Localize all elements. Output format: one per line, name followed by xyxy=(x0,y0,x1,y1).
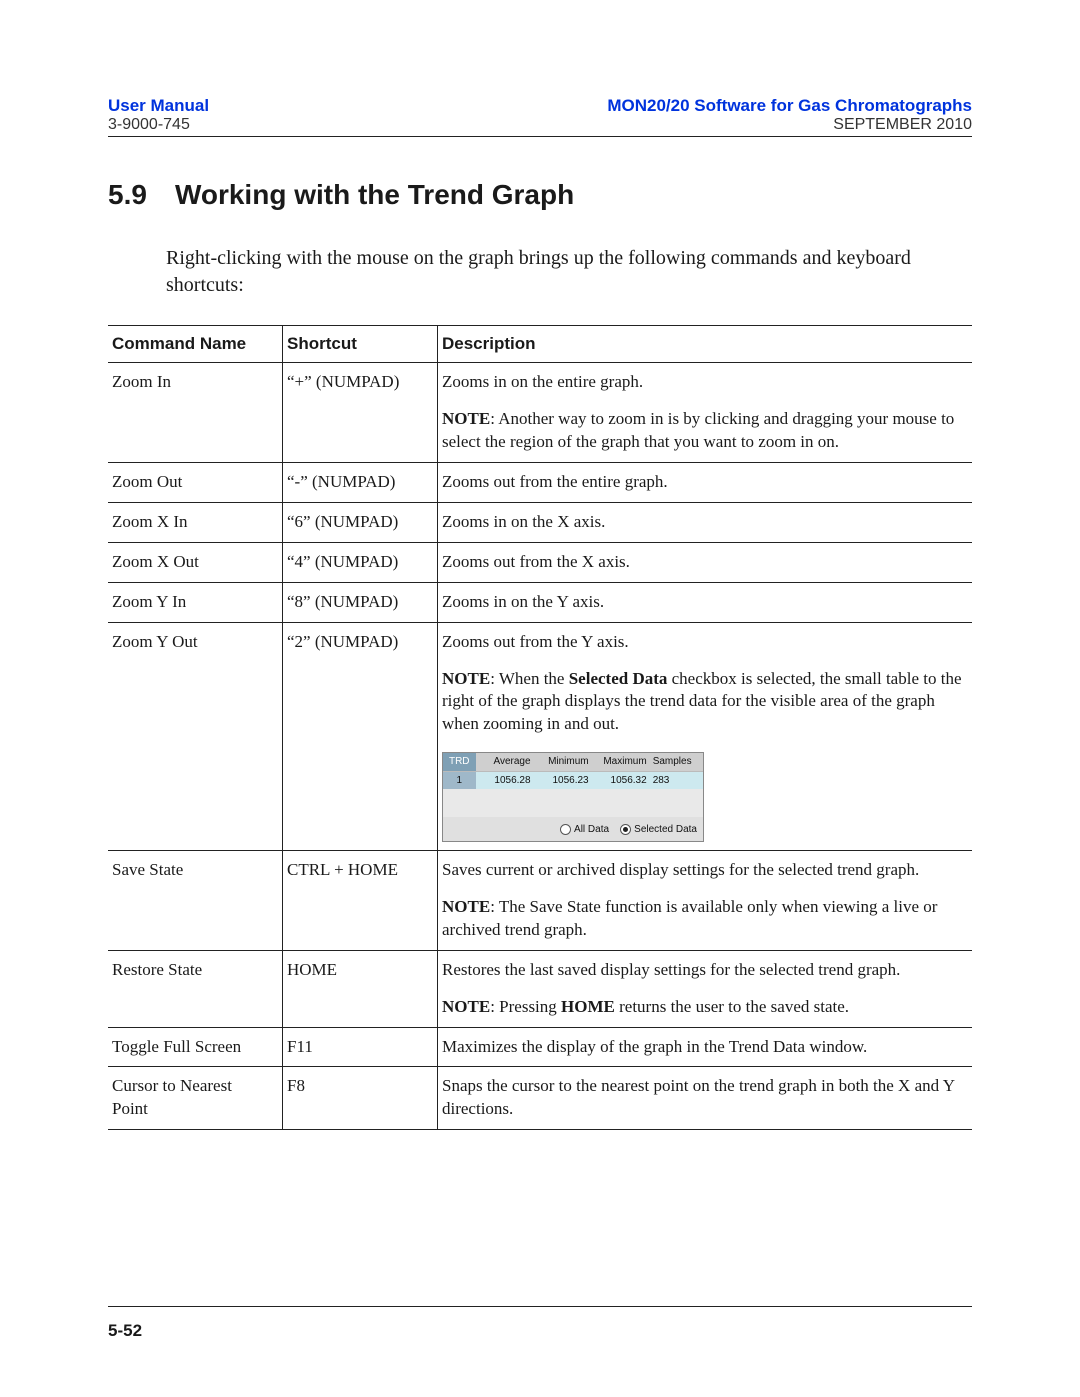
cmd-name: Zoom X In xyxy=(108,502,283,542)
cmd-shortcut: “2” (NUMPAD) xyxy=(283,622,438,850)
mini-header: TRD Average Minimum Maximum Samples xyxy=(443,753,703,772)
cmd-shortcut: “6” (NUMPAD) xyxy=(283,502,438,542)
cmd-name: Zoom In xyxy=(108,363,283,463)
cmd-name: Save State xyxy=(108,850,283,950)
cmd-desc: Zooms out from the X axis. xyxy=(438,542,973,582)
page-number: 5-52 xyxy=(108,1321,142,1340)
page-header-sub: 3-9000-745 SEPTEMBER 2010 xyxy=(108,116,972,137)
cmd-name: Zoom Y Out xyxy=(108,622,283,850)
col-header-desc: Description xyxy=(438,326,973,363)
table-row: Zoom X In “6” (NUMPAD) Zooms in on the X… xyxy=(108,502,972,542)
section-heading: 5.9 Working with the Trend Graph xyxy=(108,179,972,211)
cmd-name: Restore State xyxy=(108,950,283,1027)
cmd-shortcut: “8” (NUMPAD) xyxy=(283,582,438,622)
cmd-shortcut: “-” (NUMPAD) xyxy=(283,462,438,502)
cmd-name: Zoom X Out xyxy=(108,542,283,582)
mini-options: All Data Selected Data xyxy=(443,817,703,841)
section-number: 5.9 xyxy=(108,179,147,211)
page-footer: 5-52 xyxy=(108,1306,972,1341)
cmd-note: NOTE: Pressing HOME returns the user to … xyxy=(442,996,962,1019)
table-row: Toggle Full Screen F11 Maximizes the dis… xyxy=(108,1027,972,1067)
cmd-shortcut: F11 xyxy=(283,1027,438,1067)
cmd-desc-cell: Restores the last saved display settings… xyxy=(438,950,973,1027)
table-row: Save State CTRL + HOME Saves current or … xyxy=(108,850,972,950)
cmd-shortcut: HOME xyxy=(283,950,438,1027)
cmd-name: Cursor to Nearest Point xyxy=(108,1067,283,1130)
cmd-desc-cell: Saves current or archived display settin… xyxy=(438,850,973,950)
col-header-name: Command Name xyxy=(108,326,283,363)
cmd-desc-cell: Zooms out from the Y axis. NOTE: When th… xyxy=(438,622,973,850)
cmd-name: Zoom Out xyxy=(108,462,283,502)
header-right-title: MON20/20 Software for Gas Chromatographs xyxy=(607,96,972,116)
mini-row: 1 1056.28 1056.23 1056.32 283 xyxy=(443,772,703,790)
page-header: User Manual MON20/20 Software for Gas Ch… xyxy=(108,96,972,116)
cmd-desc: Zooms out from the entire graph. xyxy=(438,462,973,502)
cmd-desc: Restores the last saved display settings… xyxy=(442,960,900,979)
header-left-title: User Manual xyxy=(108,96,209,116)
col-header-shortcut: Shortcut xyxy=(283,326,438,363)
table-row: Zoom Out “-” (NUMPAD) Zooms out from the… xyxy=(108,462,972,502)
cmd-name: Toggle Full Screen xyxy=(108,1027,283,1067)
cmd-note: NOTE: The Save State function is availab… xyxy=(442,896,962,942)
cmd-desc: Snaps the cursor to the nearest point on… xyxy=(438,1067,973,1130)
cmd-desc: Zooms in on the X axis. xyxy=(438,502,973,542)
commands-table: Command Name Shortcut Description Zoom I… xyxy=(108,325,972,1130)
section-intro: Right-clicking with the mouse on the gra… xyxy=(166,245,972,299)
page: User Manual MON20/20 Software for Gas Ch… xyxy=(0,0,1080,1397)
table-row: Zoom Y In “8” (NUMPAD) Zooms in on the Y… xyxy=(108,582,972,622)
table-row: Zoom X Out “4” (NUMPAD) Zooms out from t… xyxy=(108,542,972,582)
cmd-desc: Zooms out from the Y axis. xyxy=(442,632,629,651)
table-row: Cursor to Nearest Point F8 Snaps the cur… xyxy=(108,1067,972,1130)
cmd-shortcut: “+” (NUMPAD) xyxy=(283,363,438,463)
cmd-desc: Zooms in on the Y axis. xyxy=(438,582,973,622)
cmd-desc: Zooms in on the entire graph. xyxy=(442,372,643,391)
table-row: Zoom Y Out “2” (NUMPAD) Zooms out from t… xyxy=(108,622,972,850)
table-row: Restore State HOME Restores the last sav… xyxy=(108,950,972,1027)
cmd-desc-cell: Zooms in on the entire graph. NOTE: Anot… xyxy=(438,363,973,463)
header-left-sub: 3-9000-745 xyxy=(108,116,190,134)
cmd-name: Zoom Y In xyxy=(108,582,283,622)
cmd-shortcut: F8 xyxy=(283,1067,438,1130)
radio-selected-data[interactable] xyxy=(620,824,631,835)
selected-data-mini-table: TRD Average Minimum Maximum Samples 1 10… xyxy=(442,752,704,842)
radio-all-data[interactable] xyxy=(560,824,571,835)
cmd-desc: Saves current or archived display settin… xyxy=(442,860,919,879)
cmd-note: NOTE: Another way to zoom in is by click… xyxy=(442,408,962,454)
cmd-desc: Maximizes the display of the graph in th… xyxy=(438,1027,973,1067)
cmd-shortcut: CTRL + HOME xyxy=(283,850,438,950)
table-row: Zoom In “+” (NUMPAD) Zooms in on the ent… xyxy=(108,363,972,463)
section-title-text: Working with the Trend Graph xyxy=(175,179,574,211)
cmd-note: NOTE: When the Selected Data checkbox is… xyxy=(442,668,962,737)
cmd-shortcut: “4” (NUMPAD) xyxy=(283,542,438,582)
header-right-sub: SEPTEMBER 2010 xyxy=(833,116,972,134)
